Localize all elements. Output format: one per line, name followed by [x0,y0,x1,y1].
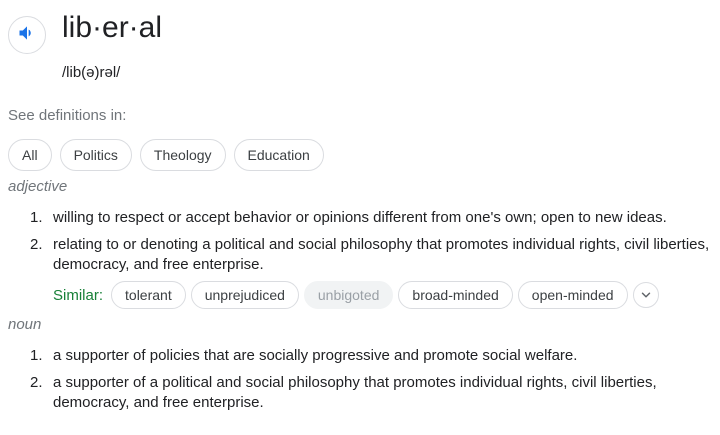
definition-item: 2. a supporter of a political and social… [30,373,714,413]
definition-text: relating to or denoting a political and … [53,236,710,273]
expand-similar-button[interactable] [632,282,659,308]
definition-filter-chips: All Politics Theology Education [8,139,324,171]
chip-all[interactable]: All [8,139,52,171]
definition-item: 1. willing to respect or accept behavior… [30,209,667,226]
chip-education[interactable]: Education [233,139,324,171]
similar-chip[interactable]: broad-minded [398,281,513,309]
definition-text: a supporter of policies that are sociall… [53,347,578,364]
similar-chip[interactable]: unprejudiced [190,281,299,309]
definition-text: willing to respect or accept behavior or… [53,209,667,226]
similar-words: Similar: tolerant unprejudiced unbigoted… [53,281,659,309]
headword: lib·er·al [62,11,163,44]
pos-adjective: adjective [8,178,68,195]
speaker-icon [17,23,37,48]
similar-chip[interactable]: unbigoted [303,281,394,309]
chevron-down-icon [641,292,650,298]
definition-item: 2. relating to or denoting a political a… [30,235,714,275]
pos-noun: noun [8,316,42,333]
similar-chip[interactable]: open-minded [517,281,628,309]
adjective-definitions: 1. willing to respect or accept behavior… [30,208,714,275]
definition-text: a supporter of a political and social ph… [53,374,657,411]
similar-chip[interactable]: tolerant [111,281,186,309]
pronounce-button[interactable] [8,16,46,54]
chip-politics[interactable]: Politics [59,139,132,171]
definition-item: 1. a supporter of policies that are soci… [30,347,578,364]
chip-theology[interactable]: Theology [139,139,226,171]
pronunciation: /lib(ə)rəl/ [62,64,121,81]
see-definitions-label: See definitions in: [8,107,127,124]
similar-label: Similar: [53,286,104,304]
noun-definitions: 1. a supporter of policies that are soci… [30,346,714,413]
